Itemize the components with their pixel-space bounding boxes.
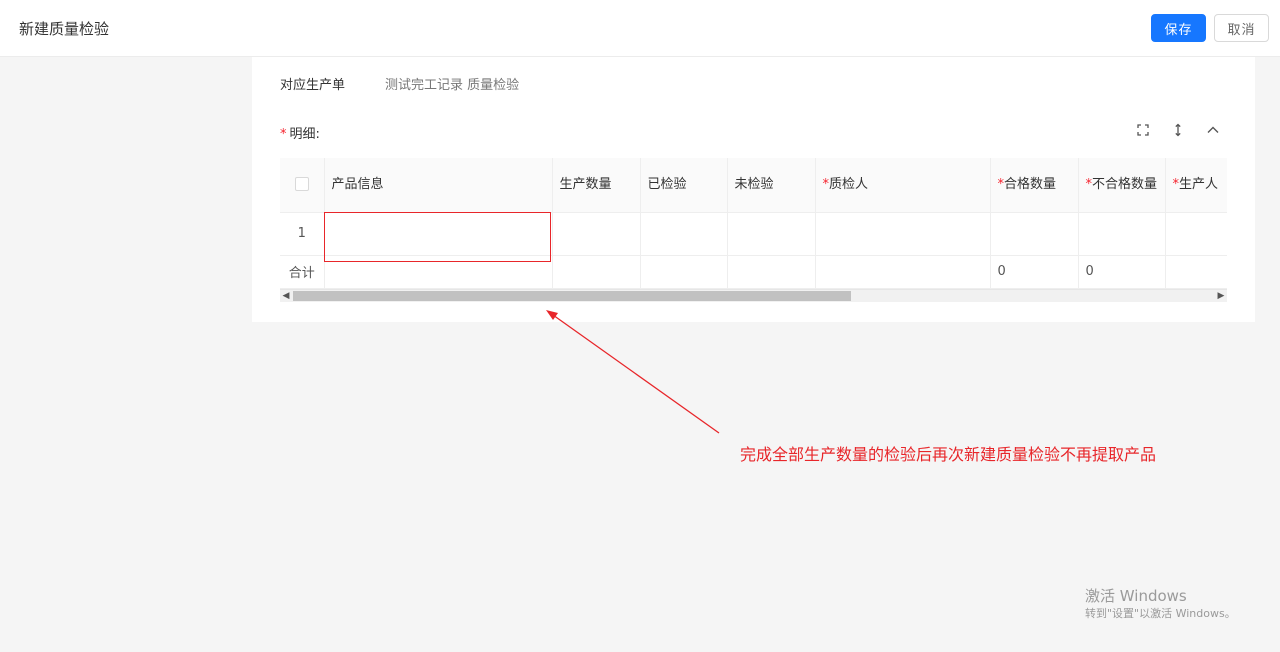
detail-section-title: * 明细: — [280, 123, 320, 142]
collapse-icon[interactable] — [1204, 121, 1222, 139]
fullscreen-icon[interactable] — [1134, 121, 1152, 139]
detail-table-wrapper: 产品信息 生产数量 已检验 未检验 *质检人 *合格数量 *不合格数量 *生产人… — [280, 158, 1227, 302]
scroll-left-icon[interactable]: ◀ — [280, 290, 292, 302]
summary-unqualified-qty: 0 — [1078, 255, 1166, 289]
col-inspector: *质检人 — [815, 158, 991, 213]
detail-title-text: 明细: — [289, 127, 320, 142]
cell-unqualified-qty[interactable] — [1078, 212, 1166, 256]
cell-qualified-qty[interactable] — [990, 212, 1079, 256]
activation-watermark-title: 激活 Windows — [1085, 587, 1187, 605]
cell-inspected[interactable] — [640, 212, 728, 256]
col-inspected: 已检验 — [640, 158, 728, 213]
row-height-icon[interactable] — [1169, 121, 1187, 139]
col-product: 产品信息 — [324, 158, 553, 213]
cell-produce-qty[interactable] — [552, 212, 641, 256]
form-card: 对应生产单 测试完工记录 质量检验 * 明细: 产品信息 生产数量 已检验 未检… — [252, 57, 1255, 322]
summary-cell — [552, 255, 641, 289]
summary-label: 合计 — [280, 255, 325, 289]
summary-row: 合计 0 0 — [280, 255, 1227, 289]
scroll-right-icon[interactable]: ▶ — [1215, 290, 1227, 302]
order-label: 对应生产单 — [280, 78, 346, 93]
table-header-row: 产品信息 生产数量 已检验 未检验 *质检人 *合格数量 *不合格数量 *生产人 — [280, 158, 1227, 213]
save-button[interactable]: 保存 — [1151, 14, 1206, 42]
annotation-text: 完成全部生产数量的检验后再次新建质量检验不再提取产品 — [740, 445, 1157, 464]
top-bar: 新建质量检验 保存 取消 — [0, 0, 1280, 57]
order-value[interactable]: 测试完工记录 质量检验 — [385, 74, 519, 93]
select-all-checkbox[interactable] — [294, 177, 309, 192]
horizontal-scrollbar[interactable]: ◀ ▶ — [280, 289, 1227, 302]
summary-cell — [324, 255, 553, 289]
summary-cell — [815, 255, 991, 289]
required-mark: * — [280, 127, 287, 142]
col-qualified-qty: *合格数量 — [990, 158, 1079, 213]
cancel-button[interactable]: 取消 — [1214, 14, 1269, 42]
col-produce-qty: 生产数量 — [552, 158, 641, 213]
summary-cell — [1165, 255, 1227, 289]
summary-cell — [727, 255, 816, 289]
cell-inspector[interactable] — [815, 212, 991, 256]
detail-table: 产品信息 生产数量 已检验 未检验 *质检人 *合格数量 *不合格数量 *生产人… — [280, 158, 1227, 289]
summary-qualified-qty: 0 — [990, 255, 1079, 289]
cell-producer[interactable] — [1165, 212, 1227, 256]
scrollbar-thumb[interactable] — [293, 291, 851, 301]
cell-uninspected[interactable] — [727, 212, 816, 256]
cell-product[interactable] — [324, 212, 553, 256]
row-index: 1 — [280, 212, 325, 256]
select-all-cell — [280, 158, 325, 213]
col-uninspected: 未检验 — [727, 158, 816, 213]
col-unqualified-qty: *不合格数量 — [1078, 158, 1166, 213]
table-row: 1 — [280, 212, 1227, 256]
summary-cell — [640, 255, 728, 289]
col-producer: *生产人 — [1165, 158, 1227, 213]
page-title: 新建质量检验 — [19, 20, 110, 38]
activation-watermark-hint: 转到"设置"以激活 Windows。 — [1085, 607, 1236, 620]
